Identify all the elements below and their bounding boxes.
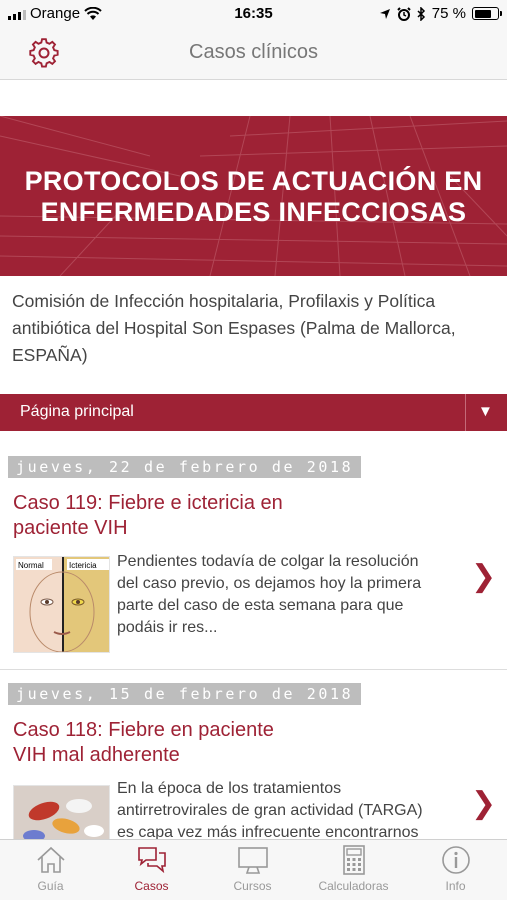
post-excerpt: Pendientes todavía de colgar la resoluci…	[117, 551, 462, 639]
excerpt-line: del caso previo, os dejamos hoy la prime…	[117, 575, 422, 592]
excerpt-line: podáis ir res...	[117, 619, 218, 636]
battery-percent: 75 %	[431, 5, 466, 22]
chevron-right-icon[interactable]: ❯	[471, 559, 496, 594]
status-bar: Orange 16:35 75 %	[0, 0, 507, 28]
banner-title: PROTOCOLOS DE ACTUACIÓN EN ENFERMEDADES …	[0, 166, 507, 228]
post-title[interactable]: Caso 118: Fiebre en paciente VIH mal adh…	[13, 718, 274, 768]
post-item[interactable]: jueves, 15 de febrero de 2018 Caso 118: …	[0, 683, 507, 882]
post-date: jueves, 22 de febrero de 2018	[8, 456, 362, 478]
house-icon	[36, 846, 65, 873]
jaundice-comparison-image: Normal Ictericia	[14, 557, 109, 652]
post-divider	[0, 669, 507, 670]
location-arrow-icon	[379, 8, 390, 19]
post-title-line2: VIH mal adherente	[13, 744, 180, 766]
banner-title-line2: ENFERMEDADES INFECCIOSAS	[40, 197, 467, 227]
page-selector[interactable]: Página principal ▼	[0, 394, 507, 431]
bluetooth-icon	[417, 6, 425, 21]
tab-cursos[interactable]: Cursos	[202, 844, 303, 893]
thumb-label-jaundice: Ictericia	[69, 561, 97, 570]
page-selector-divider	[465, 394, 466, 431]
tab-label: Info	[445, 879, 466, 893]
info-icon	[441, 846, 470, 874]
triangle-down-icon[interactable]: ▼	[478, 403, 493, 420]
excerpt-line: En la época de los tratamientos	[117, 780, 342, 797]
post-thumbnail[interactable]: Normal Ictericia	[13, 556, 110, 653]
alarm-icon	[397, 6, 411, 21]
tab-bar: Guía Casos Cursos Calculadoras Info	[0, 839, 507, 900]
tab-casos[interactable]: Casos	[101, 844, 202, 893]
tab-label: Cursos	[233, 879, 272, 893]
chevron-right-icon[interactable]: ❯	[471, 786, 496, 821]
post-date: jueves, 15 de febrero de 2018	[8, 683, 362, 705]
tab-calculadoras[interactable]: Calculadoras	[303, 844, 404, 893]
banner-title-line1: PROTOCOLOS DE ACTUACIÓN EN	[24, 166, 483, 196]
tab-info[interactable]: Info	[405, 844, 506, 893]
post-excerpt: En la época de los tratamientos antirret…	[117, 778, 462, 844]
tab-label: Calculadoras	[318, 879, 389, 893]
thumb-label-normal: Normal	[18, 561, 44, 570]
post-title-line1: Caso 118: Fiebre en paciente	[13, 719, 274, 741]
blog-description: Comisión de Infección hospitalaria, Prof…	[12, 291, 456, 365]
post-item[interactable]: jueves, 22 de febrero de 2018 Caso 119: …	[0, 456, 507, 670]
excerpt-line: Pendientes todavía de colgar la resoluci…	[117, 553, 419, 570]
navigation-bar: Casos clínicos	[0, 28, 507, 80]
excerpt-line: antirretrovirales de gran actividad (TAR…	[117, 802, 423, 819]
chat-bubbles-icon	[137, 847, 166, 874]
battery-icon	[472, 7, 502, 20]
status-icons: 75 %	[379, 5, 502, 22]
page-selector-value: Página principal	[20, 403, 134, 420]
page-title: Casos clínicos	[189, 41, 318, 63]
header-banner: PROTOCOLOS DE ACTUACIÓN EN ENFERMEDADES …	[0, 116, 507, 276]
tab-label: Guía	[37, 879, 64, 893]
tab-label: Casos	[134, 879, 169, 893]
tab-guia[interactable]: Guía	[0, 844, 101, 893]
post-title[interactable]: Caso 119: Fiebre e ictericia en paciente…	[13, 491, 283, 541]
post-title-line2: paciente VIH	[13, 517, 128, 539]
calculator-icon	[342, 845, 365, 875]
post-title-line1: Caso 119: Fiebre e ictericia en	[13, 492, 283, 514]
excerpt-line: parte del caso de esta semana para que	[117, 597, 404, 614]
monitor-icon	[237, 847, 268, 874]
